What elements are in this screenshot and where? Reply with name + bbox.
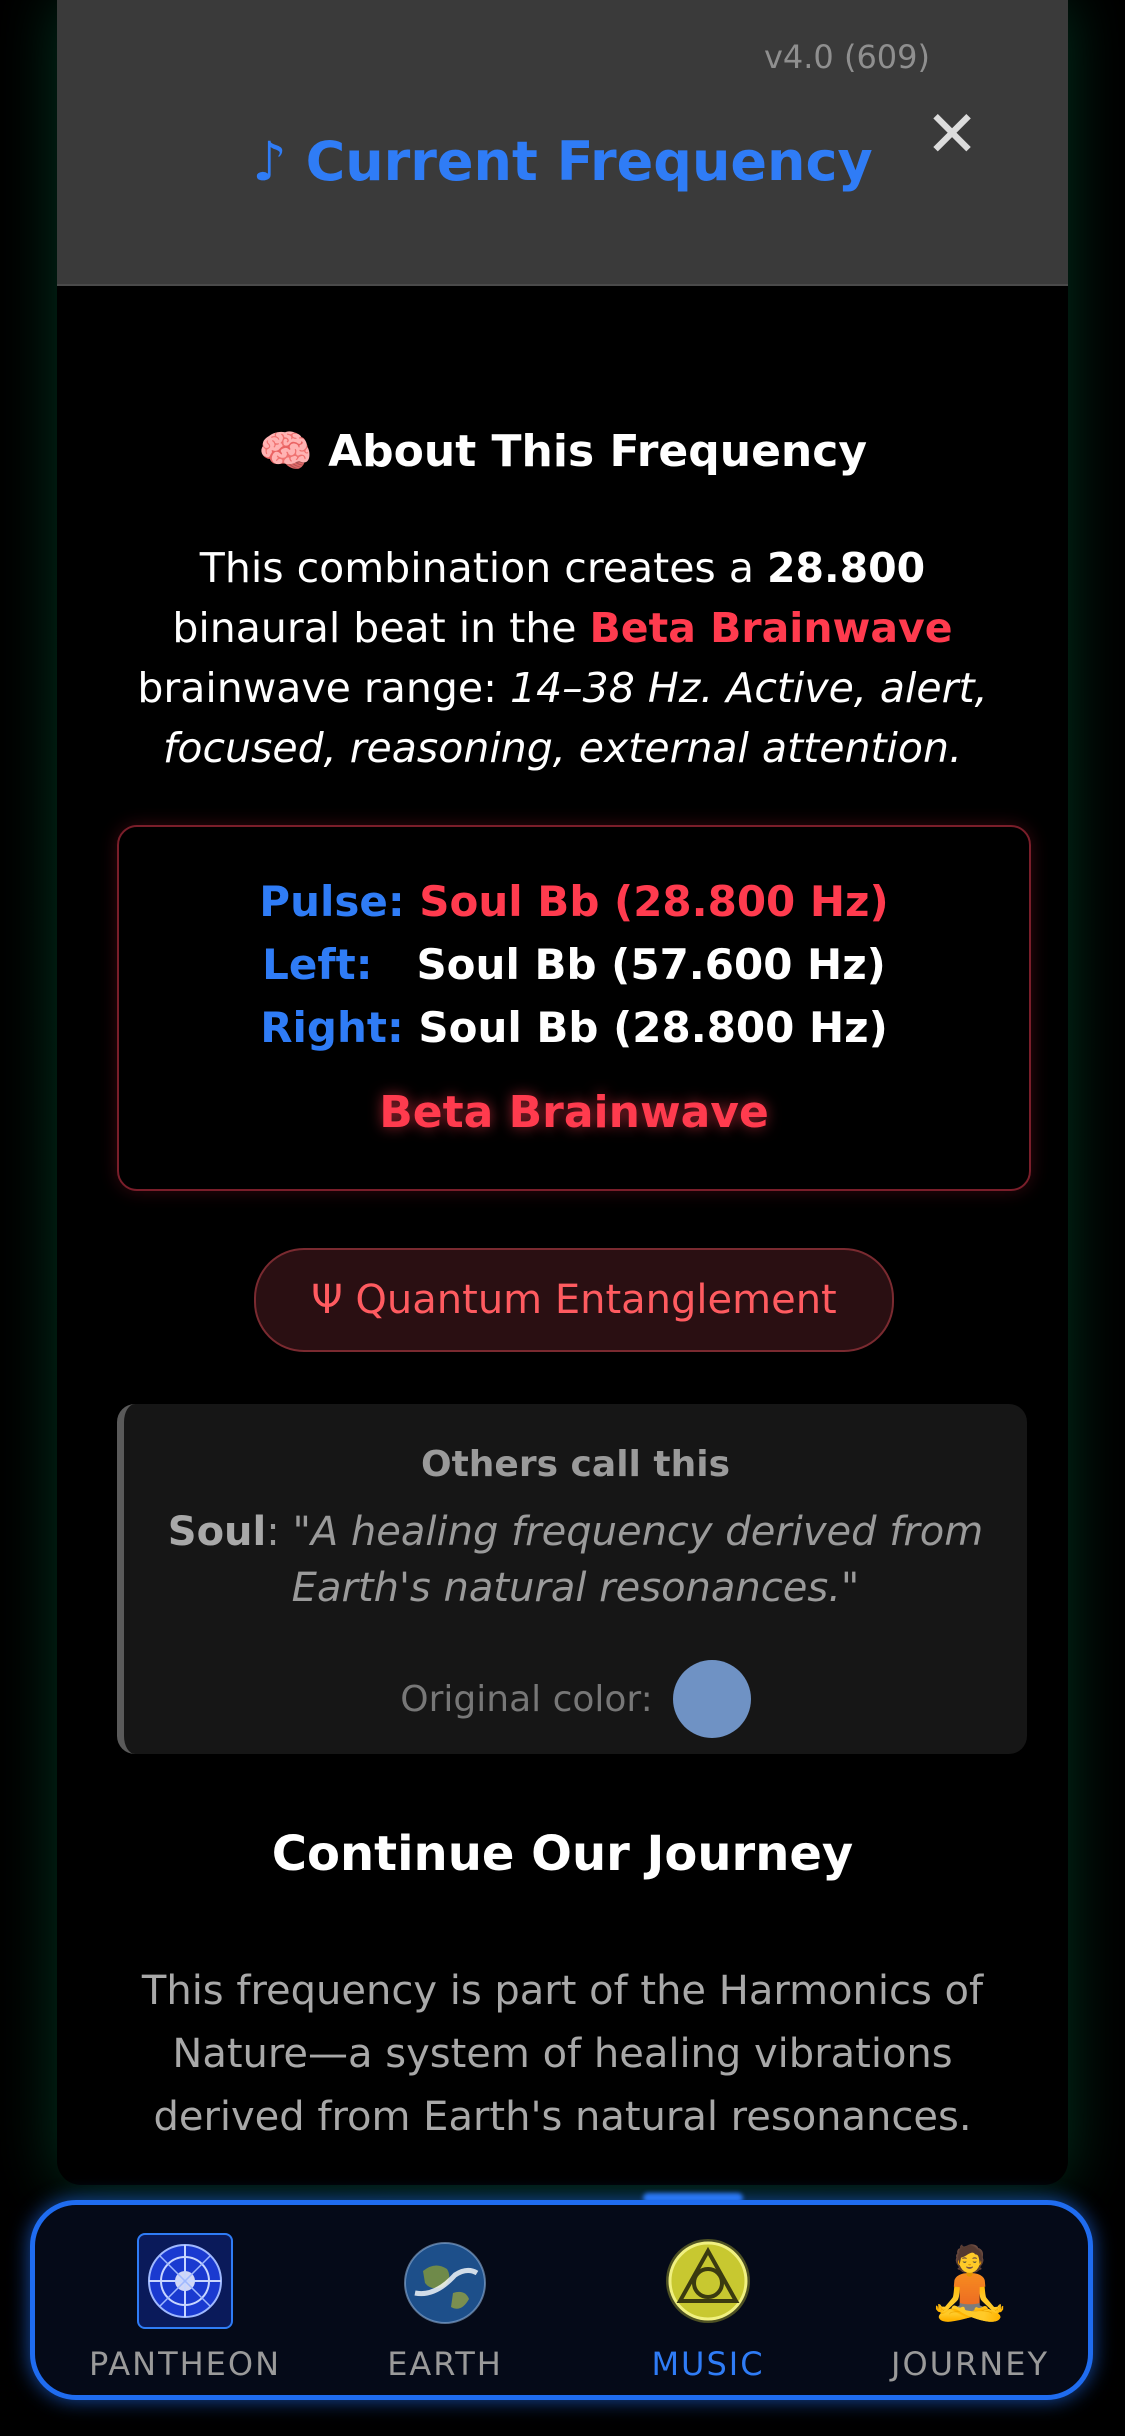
pantheon-icon (137, 2233, 233, 2329)
journey-text: This frequency is part of the Harmonics … (141, 1968, 984, 2140)
original-color-label: Original color: (400, 1678, 653, 1720)
left-label: Left: (262, 940, 373, 989)
left-value: Soul Bb (57.600 Hz) (416, 940, 886, 989)
about-text-prefix: This combination creates a (199, 544, 767, 592)
right-row: Right: Soul Bb (28.800 Hz) (119, 1003, 1029, 1052)
nav-label-earth: EARTH (387, 2345, 503, 2383)
pulse-label: Pulse: (259, 877, 405, 926)
others-quote: Soul: "A healing frequency derived from … (167, 1509, 984, 1611)
pulse-value: Soul Bb (28.800 Hz) (419, 877, 889, 926)
nav-item-pantheon[interactable]: PANTHEON (75, 2233, 295, 2383)
music-icon (658, 2233, 758, 2333)
earth-icon (395, 2233, 495, 2333)
original-color-row: Original color: (124, 1659, 1027, 1739)
quantum-entanglement-button[interactable]: Ψ Quantum Entanglement (254, 1248, 894, 1352)
others-source: Soul (167, 1509, 267, 1555)
about-text: This combination creates a 28.800 binaur… (127, 538, 998, 778)
journey-icon: 🧘 (926, 2242, 1014, 2324)
about-heading: 🧠 About This Frequency (257, 426, 868, 477)
modal-title: ♪ Current Frequency (252, 130, 873, 193)
nav-item-journey[interactable]: 🧘 JOURNEY (860, 2233, 1080, 2383)
nav-item-earth[interactable]: EARTH (335, 2233, 555, 2383)
about-text-range-prefix: brainwave range: (137, 664, 510, 712)
about-text-mid: binaural beat in the (172, 604, 590, 652)
nav-item-music[interactable]: MUSIC (598, 2233, 818, 2383)
nav-label-pantheon: PANTHEON (88, 2345, 282, 2383)
bottom-nav: PANTHEON EARTH MUSIC 🧘 JOURNEY (30, 2200, 1093, 2400)
nav-label-music: MUSIC (651, 2345, 765, 2383)
others-call-this-card: Others call this Soul: "A healing freque… (117, 1404, 1027, 1754)
modal-header: v4.0 (609) ✕ ♪ Current Frequency (57, 0, 1068, 286)
right-value: Soul Bb (28.800 Hz) (418, 1003, 888, 1052)
original-color-swatch (672, 1660, 751, 1738)
nav-label-journey: JOURNEY (891, 2345, 1049, 2383)
brainwave-name: Beta Brainwave (589, 604, 953, 652)
others-title: Others call this (420, 1444, 731, 1485)
right-label: Right: (260, 1003, 404, 1052)
brainwave-label: Beta Brainwave (379, 1087, 769, 1138)
version-label: v4.0 (609) (763, 38, 930, 76)
beat-value: 28.800 (766, 544, 926, 592)
journey-heading: Continue Our Journey (271, 1826, 854, 1882)
frequency-modal: v4.0 (609) ✕ ♪ Current Frequency 🧠 About… (57, 0, 1068, 2185)
frequency-details-box: Pulse: Soul Bb (28.800 Hz) Left: Soul Bb… (117, 825, 1031, 1191)
left-row: Left: Soul Bb (57.600 Hz) (119, 940, 1029, 989)
pulse-row: Pulse: Soul Bb (28.800 Hz) (119, 877, 1029, 926)
others-quote-text: "A healing frequency derived from Earth'… (291, 1509, 984, 1611)
